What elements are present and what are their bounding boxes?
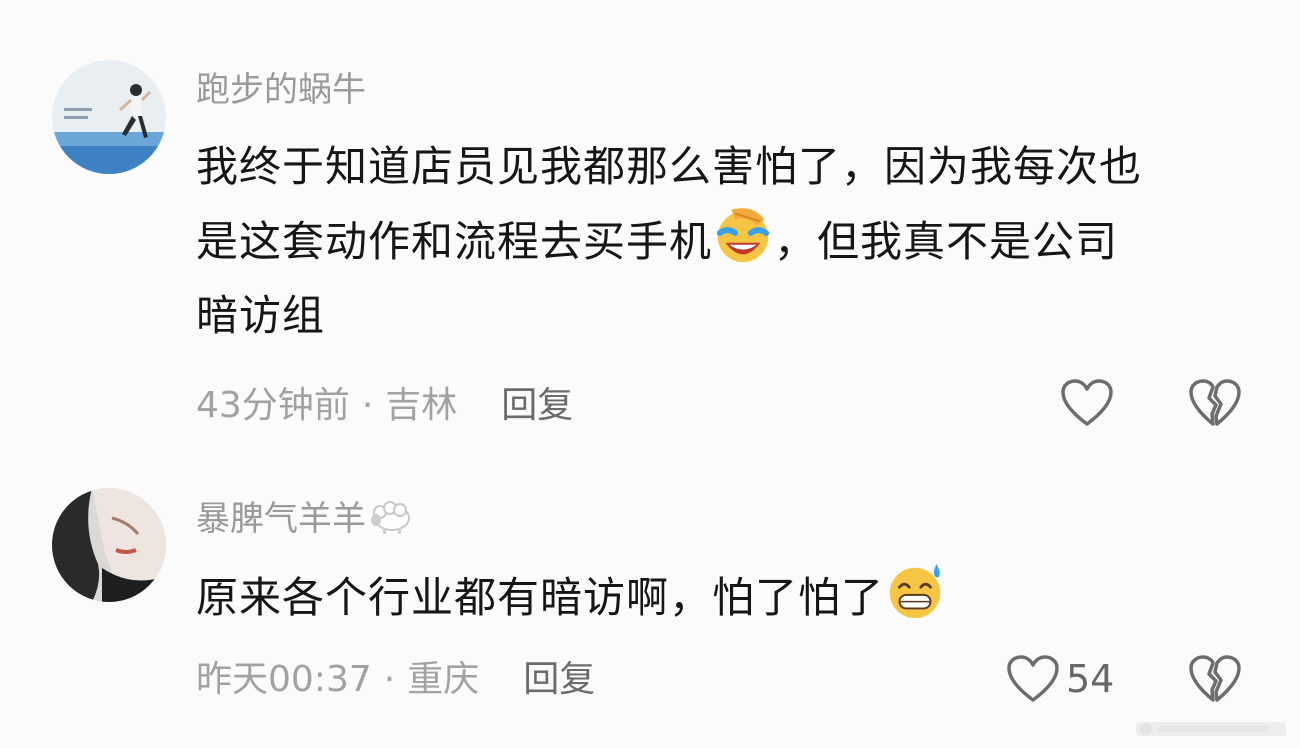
comment-location: 吉林 <box>385 385 458 426</box>
like-count: 54 <box>1066 657 1115 701</box>
reply-button[interactable]: 回复 <box>501 385 573 426</box>
reply-button[interactable]: 回复 <box>523 659 595 700</box>
broken-heart-icon <box>1189 655 1241 702</box>
avatar-image <box>52 60 166 174</box>
dislike-button[interactable] <box>1188 654 1242 708</box>
comment-text-segment: 原来各个行业都有暗访啊，怕了怕了 <box>196 573 885 622</box>
comment-time: 昨天00:37 <box>196 659 372 700</box>
comment-meta: 43分钟前 · 吉林 回复 <box>196 384 573 428</box>
heart-icon <box>1061 379 1113 426</box>
watermark-logo <box>1136 722 1286 736</box>
avatar-image <box>52 488 166 602</box>
grinning-sweat-emoji-icon <box>889 563 941 619</box>
comment-meta: 昨天00:37 · 重庆 回复 <box>196 658 595 702</box>
like-button[interactable]: 54 <box>1006 654 1114 704</box>
face-palm-laughing-emoji-icon <box>716 208 770 263</box>
sheep-emoji-icon <box>371 501 410 534</box>
avatar[interactable] <box>52 488 166 602</box>
heart-icon <box>1007 655 1059 702</box>
comment-text: 我终于知道店员见我都那么害怕了，因为我每次也 是这套动作和流程去买手机 ，但我真… <box>196 130 1256 353</box>
comment-item: 跑步的蜗牛 我终于知道店员见我都那么害怕了，因为我每次也 是这套动作和流程去买手… <box>0 0 1300 460</box>
comment-text-line: 原来各个行业都有暗访啊，怕了怕了 <box>196 560 1256 635</box>
comment-text-segment: ，但我真不是公司 <box>774 217 1119 266</box>
comment-text: 原来各个行业都有暗访啊，怕了怕了 <box>196 560 1256 635</box>
comment-time: 43分钟前 <box>196 385 350 426</box>
like-button[interactable] <box>1060 378 1120 428</box>
comment-text-line: 我终于知道店员见我都那么害怕了，因为我每次也 <box>196 142 1143 191</box>
username[interactable]: 暴脾气羊羊 <box>196 498 414 539</box>
username[interactable]: 跑步的蜗牛 <box>196 70 366 110</box>
separator: · <box>383 659 396 700</box>
comment-item: 暴脾气羊羊 原来各个行业都有暗访啊，怕了怕了 昨天00:37 · 重庆 回复 5… <box>0 460 1300 748</box>
comment-text-line: 是这套动作和流程去买手机 ，但我真不是公司 <box>196 204 1256 279</box>
comment-location: 重庆 <box>407 659 480 700</box>
separator: · <box>361 385 374 426</box>
dislike-button[interactable] <box>1188 378 1242 432</box>
comment-text-line: 暗访组 <box>196 291 326 340</box>
username-text: 暴脾气羊羊 <box>196 499 366 539</box>
avatar[interactable] <box>52 60 166 174</box>
comment-list: 跑步的蜗牛 我终于知道店员见我都那么害怕了，因为我每次也 是这套动作和流程去买手… <box>0 0 1300 748</box>
comment-text-segment: 是这套动作和流程去买手机 <box>196 217 713 266</box>
broken-heart-icon <box>1189 379 1241 426</box>
